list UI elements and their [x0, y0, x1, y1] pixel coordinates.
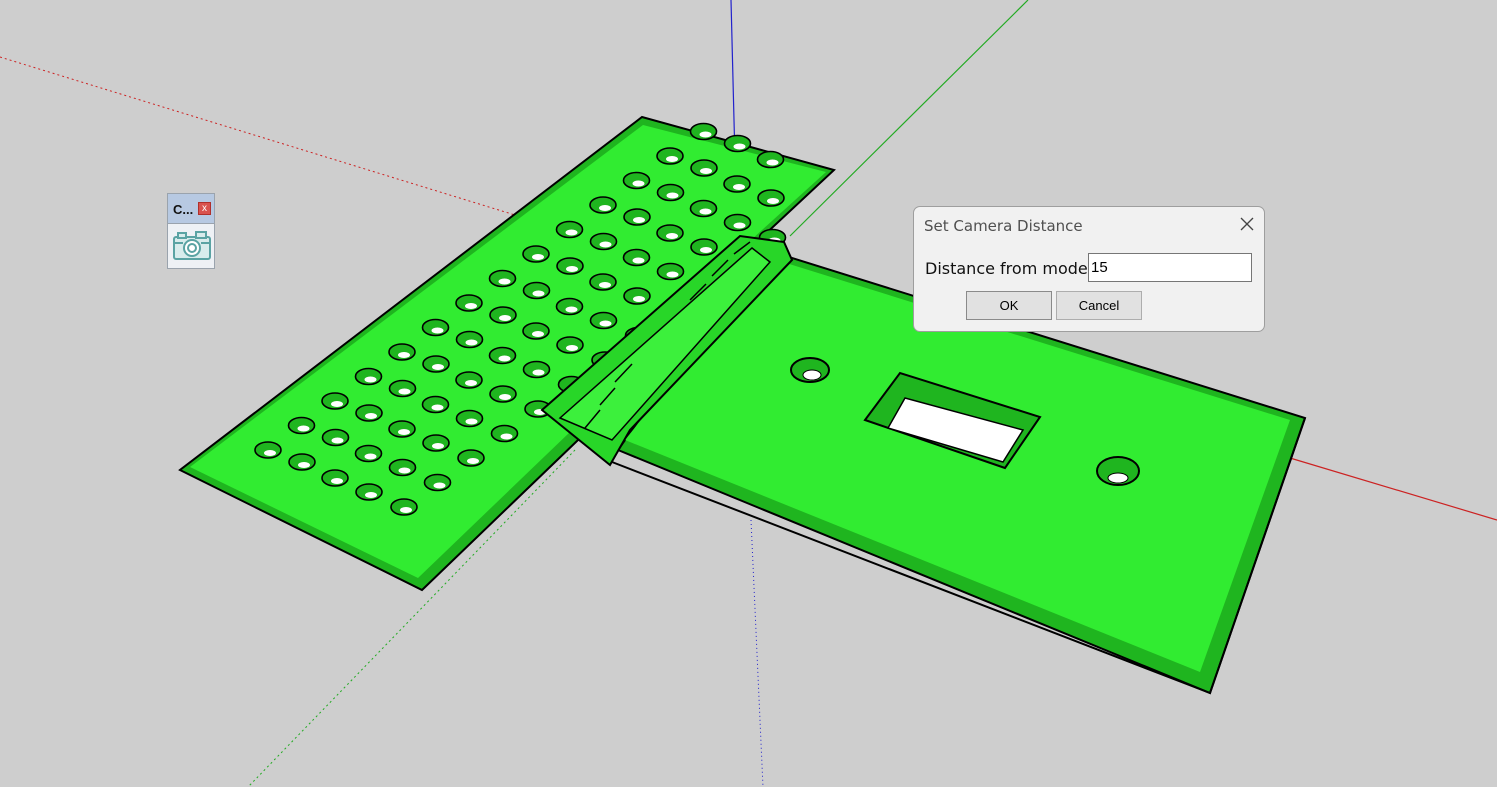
green-axis-positive: [789, 0, 1029, 237]
dialog-title: Set Camera Distance: [924, 217, 1083, 235]
set-camera-distance-dialog[interactable]: Set Camera Distance Distance from model:…: [913, 206, 1265, 332]
toolbar-title: C...: [173, 202, 194, 217]
close-icon[interactable]: [1237, 214, 1257, 234]
red-axis-negative: [0, 56, 516, 216]
blue-axis-negative: [750, 519, 764, 787]
camera-toolbar[interactable]: C... x: [167, 193, 215, 269]
ok-button[interactable]: OK: [966, 291, 1052, 320]
modeling-viewport[interactable]: [0, 0, 1497, 787]
red-axis-positive: [1289, 457, 1497, 521]
camera-icon: [173, 231, 211, 260]
toolbar-titlebar[interactable]: C... x: [168, 194, 214, 224]
cancel-button[interactable]: Cancel: [1056, 291, 1142, 320]
distance-input[interactable]: [1088, 253, 1252, 282]
distance-label: Distance from model:: [925, 259, 1098, 278]
toolbar-close-button[interactable]: x: [198, 202, 211, 215]
camera-distance-button[interactable]: [172, 228, 212, 264]
